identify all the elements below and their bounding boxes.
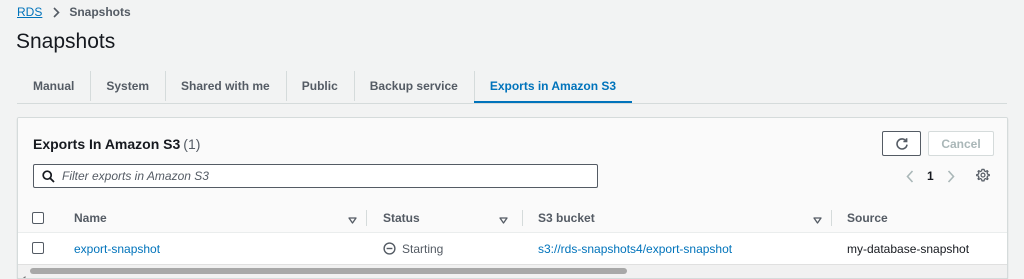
column-divider [522, 210, 523, 226]
sort-caret-down-icon[interactable] [813, 211, 822, 229]
column-divider [831, 210, 832, 226]
page-title: Snapshots [16, 30, 116, 53]
starting-status-icon [383, 242, 402, 255]
tab-shared-with-me[interactable]: Shared with me [165, 68, 286, 103]
select-all-checkbox[interactable] [32, 212, 44, 224]
column-header-status[interactable]: Status [383, 203, 420, 233]
filter-field[interactable] [33, 164, 598, 188]
chevron-right-icon [52, 6, 60, 18]
tab-system[interactable]: System [90, 68, 165, 103]
sort-caret-down-icon[interactable] [499, 211, 508, 229]
search-icon [42, 169, 55, 183]
panel-count: (1) [183, 136, 201, 152]
source-snapshot: my-database-snapshot [847, 241, 970, 256]
page-number[interactable]: 1 [927, 169, 934, 183]
refresh-icon [895, 137, 909, 151]
next-page-icon[interactable] [944, 169, 958, 183]
table-header: Name Status S3 bucket Source [18, 203, 1007, 233]
filter-exports-input[interactable] [62, 169, 582, 183]
s3-bucket-link[interactable]: s3://rds-snapshots4/export-snapshot [538, 233, 732, 264]
previous-page-icon[interactable] [903, 169, 917, 183]
horizontal-scrollbar[interactable] [18, 264, 1007, 278]
column-divider [366, 210, 367, 226]
panel-title-text: Exports In Amazon S3 [33, 136, 181, 152]
panel-header [18, 118, 1007, 203]
pagination: 1 [903, 166, 958, 186]
sort-caret-down-icon[interactable] [348, 211, 357, 229]
tabs-divider [17, 103, 1007, 104]
scroll-left-arrow-icon[interactable] [21, 269, 26, 278]
row-checkbox[interactable] [32, 242, 44, 254]
gear-icon[interactable] [976, 168, 990, 182]
tab-backup-service[interactable]: Backup service [353, 68, 474, 103]
refresh-button[interactable] [882, 131, 921, 156]
breadcrumb: RDS Snapshots [17, 4, 131, 20]
tab-manual[interactable]: Manual [17, 68, 90, 103]
breadcrumb-current: Snapshots [69, 5, 131, 19]
export-name-link[interactable]: export-snapshot [74, 233, 160, 264]
column-header-name[interactable]: Name [74, 203, 107, 233]
cancel-button[interactable]: Cancel [928, 131, 994, 156]
status-indicator: Starting [383, 242, 443, 256]
status-cell: Starting [383, 233, 443, 264]
tab-exports-in-amazon-s3[interactable]: Exports in Amazon S3 [473, 68, 633, 103]
snapshot-tabs: Manual System Shared with me Public Back… [17, 68, 633, 103]
panel-title: Exports In Amazon S3 (1) [33, 136, 200, 152]
breadcrumb-rds-link[interactable]: RDS [17, 5, 42, 19]
column-header-s3-bucket[interactable]: S3 bucket [538, 203, 595, 233]
status-text: Starting [402, 241, 444, 256]
tab-public[interactable]: Public [285, 68, 354, 103]
column-header-source[interactable]: Source [847, 203, 888, 233]
table-row[interactable]: export-snapshot Starting s3://rds-snapsh… [18, 233, 1007, 264]
scrollbar-thumb[interactable] [30, 268, 627, 274]
exports-panel: Exports In Amazon S3(1) Cancel 1 [17, 117, 1008, 279]
